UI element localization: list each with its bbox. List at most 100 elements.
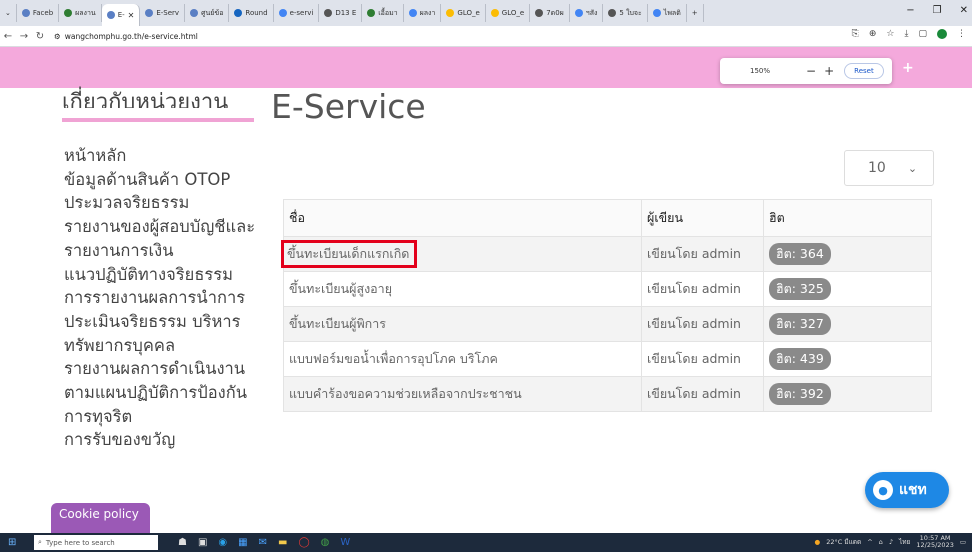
column-header-hits[interactable]: ฮิต	[763, 199, 932, 237]
sidebar-item-home[interactable]: หน้าหลัก	[64, 144, 274, 168]
weather-text[interactable]: 22°C มีแดด	[826, 537, 861, 547]
service-link[interactable]: ขึ้นทะเบียนผู้พิการ	[289, 316, 386, 331]
browser-tab[interactable]: GLO_e	[441, 4, 486, 22]
browser-tab-active[interactable]: E- ✕	[101, 4, 141, 26]
sidebar-item-ethics-code[interactable]: ประมวลจริยธรรม	[64, 191, 274, 215]
language-indicator[interactable]: ไทย	[899, 537, 910, 547]
sidebar-item-ethics-result-cont[interactable]: ประเมินจริยธรรม บริหาร	[64, 310, 274, 334]
zoom-icon[interactable]: ⊕	[869, 29, 877, 39]
service-link[interactable]: แบบคำร้องขอความช่วยเหลือจากประชาชน	[289, 386, 522, 401]
windows-start-icon[interactable]: ⊞	[8, 537, 22, 548]
tray-overflow-icon[interactable]: ^	[867, 538, 872, 546]
sidebar-item-anticorruption-report-cont[interactable]: ตามแผนปฏิบัติการป้องกัน	[64, 381, 274, 405]
browser-tab[interactable]: ผลงา	[404, 4, 442, 22]
sidebar-item-ethics-result-cont2[interactable]: ทรัพยากรบุคคล	[64, 334, 274, 358]
sidebar-item-auditor-report[interactable]: รายงานของผู้สอบบัญชีและ	[64, 215, 274, 239]
tab-list-chevron[interactable]: ⌄	[0, 4, 17, 22]
browser-tab[interactable]: 7ด0ผ	[530, 4, 570, 22]
download-icon[interactable]: ⤓	[905, 29, 909, 39]
table-row: แบบคำร้องขอความช่วยเหลือจากประชาชน เขียน…	[283, 376, 932, 412]
mail-icon[interactable]: ✉	[259, 537, 267, 548]
network-icon[interactable]: ⌂	[879, 538, 883, 546]
sidebar-item-ethics-result[interactable]: การรายงานผลการนำการ	[64, 286, 274, 310]
sheets-icon	[367, 9, 376, 17]
toolbar-icons: ⎘ ⊕ ☆ ⤓ ▢ ⋮	[852, 29, 966, 39]
site-icon	[145, 9, 154, 17]
restore-icon[interactable]: ❐	[933, 5, 942, 16]
zoom-reset-button[interactable]: Reset	[844, 63, 884, 79]
task-view-icon[interactable]: ▣	[198, 537, 207, 548]
zoom-in-button[interactable]: +	[824, 64, 834, 78]
chat-bubble-icon: ●	[873, 480, 893, 500]
sheets-icon	[64, 9, 73, 17]
sidebar-item-anticorruption-report-cont2[interactable]: การทุจริต	[64, 405, 274, 429]
new-tab-button[interactable]: +	[687, 4, 704, 22]
browser-tab[interactable]: ฯสัง	[570, 4, 604, 22]
taskbar-clock[interactable]: 10:57 AM 12/25/2023	[916, 535, 953, 549]
back-arrow-icon[interactable]: ←	[0, 31, 16, 42]
google-icon	[278, 9, 287, 17]
profile-avatar[interactable]	[937, 29, 947, 39]
store-icon[interactable]: ▦	[238, 537, 247, 548]
service-name-cell: แบบคำร้องขอความช่วยเหลือจากประชาชน	[283, 376, 642, 412]
browser-tab[interactable]: เอื้อมา	[362, 4, 404, 22]
browser-tab[interactable]: Round	[229, 4, 274, 22]
column-header-author[interactable]: ผู้เขียน	[641, 199, 764, 237]
site-info-icon[interactable]: ⚙	[54, 32, 61, 41]
close-window-icon[interactable]: ✕	[960, 5, 968, 16]
browser-tab[interactable]: ผลงาน	[59, 4, 102, 22]
reload-icon[interactable]: ↻	[32, 31, 48, 42]
browser-tab[interactable]: GLO_e	[486, 4, 531, 22]
sidebar-item-otop[interactable]: ข้อมูลด้านสินค้า OTOP	[64, 168, 274, 192]
forward-arrow-icon[interactable]: →	[16, 31, 32, 42]
column-header-name[interactable]: ชื่อ	[283, 199, 642, 237]
bookmark-star-icon[interactable]: ☆	[886, 29, 894, 39]
service-link-highlighted[interactable]: ขึ้นทะเบียนเด็กแรกเกิด	[281, 240, 418, 268]
sidebar-item-ethics-guideline[interactable]: แนวปฏิบัติทางจริยธรรม	[64, 263, 274, 287]
word-icon[interactable]: W	[340, 537, 350, 548]
hits-badge: ฮิต: 439	[769, 348, 831, 370]
service-link[interactable]: ขึ้นทะเบียนผู้สูงอายุ	[289, 281, 392, 296]
table-row: แบบฟอร์มขอน้ำเพื่อการอุปโภค บริโภค เขียน…	[283, 341, 932, 377]
translate-icon[interactable]: ⎘	[852, 29, 859, 39]
url-text: wangchomphu.go.th/e-service.html	[64, 31, 198, 41]
sidepanel-icon[interactable]: ▢	[918, 29, 927, 39]
volume-icon[interactable]: ♪	[889, 538, 893, 546]
facebook-icon	[21, 9, 30, 17]
edge-browser-icon[interactable]: ◉	[218, 537, 227, 548]
plus-icon[interactable]: +	[902, 60, 914, 76]
service-name-cell: ขึ้นทะเบียนผู้สูงอายุ	[283, 271, 642, 307]
zoom-out-button[interactable]: −	[806, 64, 816, 78]
minimize-icon[interactable]: −	[906, 5, 914, 16]
file-explorer-icon[interactable]: ▬	[278, 537, 287, 548]
sidebar-title: เกี่ยวกับหน่วยงาน	[62, 90, 229, 108]
opera-icon[interactable]: ◯	[298, 537, 309, 548]
browser-tab[interactable]: ไพลติ	[648, 4, 687, 22]
sidebar-item-auditor-report-cont[interactable]: รายงานการเงิน	[64, 239, 274, 263]
sidebar-title-underline	[62, 118, 254, 122]
browser-tab[interactable]: ศูนย์ข้อ	[185, 4, 230, 22]
cookie-policy-button[interactable]: Cookie policy	[51, 503, 150, 533]
notification-icon[interactable]: ▭	[960, 538, 966, 546]
close-icon[interactable]: ✕	[128, 11, 135, 20]
url-field[interactable]: ⚙ wangchomphu.go.th/e-service.html	[54, 29, 198, 43]
zoom-popup: 150% − + Reset	[720, 58, 892, 84]
sidebar-item-gift-policy[interactable]: การรับของขวัญ	[64, 428, 274, 452]
browser-tab[interactable]: 5 ใบจะ	[603, 4, 648, 22]
page-size-select[interactable]: 10 ⌄	[844, 150, 934, 186]
browser-tab[interactable]: e-servi	[274, 4, 320, 22]
taskbar-search-box[interactable]: ⌕ Type here to search	[34, 535, 158, 550]
widgets-icon[interactable]: ☗	[178, 537, 187, 548]
browser-tab[interactable]: D13 E	[319, 4, 363, 22]
service-link[interactable]: แบบฟอร์มขอน้ำเพื่อการอุปโภค บริโภค	[289, 351, 498, 366]
browser-tab[interactable]: Faceb	[17, 4, 60, 22]
search-icon: ⌕	[38, 538, 42, 546]
menu-icon[interactable]: ⋮	[957, 29, 966, 39]
taskbar-search-placeholder: Type here to search	[45, 538, 115, 547]
chat-button[interactable]: ● แชท	[865, 472, 949, 508]
sidebar-item-anticorruption-report[interactable]: รายงานผลการดำเนินงาน	[64, 357, 274, 381]
cookie-policy-label: Cookie policy	[59, 507, 139, 521]
browser-tab[interactable]: E-Serv	[140, 4, 186, 22]
chrome-icon[interactable]: ◍	[321, 537, 330, 548]
drive-icon	[446, 9, 455, 17]
